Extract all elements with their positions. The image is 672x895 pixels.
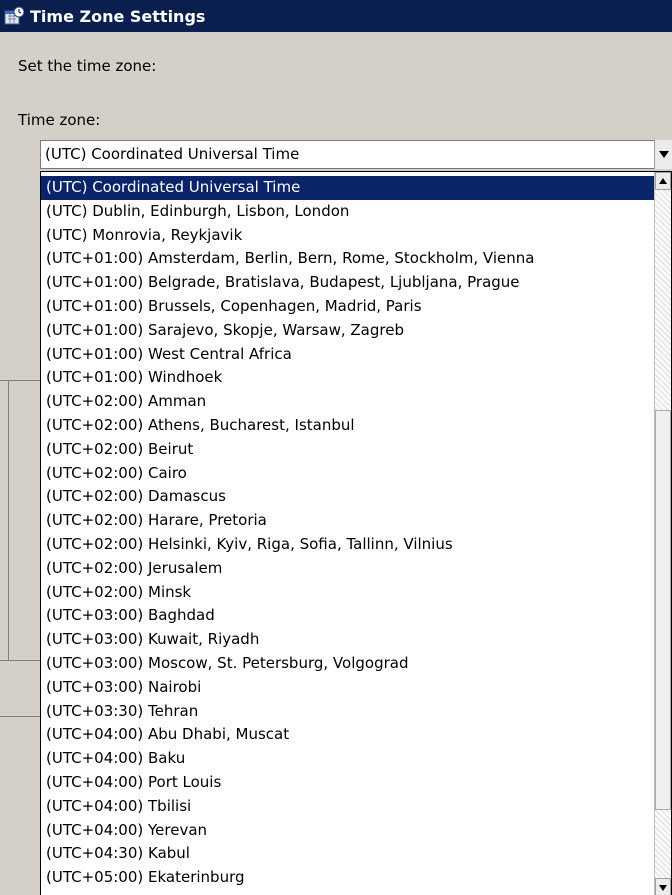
timezone-option[interactable]: (UTC+02:00) Harare, Pretoria	[41, 509, 655, 533]
instruction-text: Set the time zone:	[18, 57, 157, 75]
timezone-option[interactable]: (UTC+04:00) Abu Dhabi, Muscat	[41, 723, 655, 747]
timezone-option[interactable]: (UTC+02:00) Athens, Bucharest, Istanbul	[41, 414, 655, 438]
group-frame-top	[0, 380, 40, 381]
timezone-option[interactable]: (UTC) Coordinated Universal Time	[41, 176, 655, 200]
timezone-option[interactable]: (UTC+04:30) Kabul	[41, 842, 655, 866]
timezone-option[interactable]: (UTC+02:00) Cairo	[41, 462, 655, 486]
timezone-option[interactable]: (UTC+04:00) Baku	[41, 747, 655, 771]
timezone-option[interactable]: (UTC+02:00) Minsk	[41, 581, 655, 605]
timezone-option[interactable]: (UTC+02:00) Amman	[41, 390, 655, 414]
scrollbar-thumb[interactable]	[655, 410, 671, 810]
timezone-option[interactable]: (UTC+01:00) West Central Africa	[41, 343, 655, 367]
timezone-option[interactable]: (UTC+01:00) Amsterdam, Berlin, Bern, Rom…	[41, 247, 655, 271]
timezone-options: (UTC) Coordinated Universal Time (UTC) Du…	[41, 176, 655, 890]
timezone-option[interactable]: (UTC+01:00) Belgrade, Bratislava, Budape…	[41, 271, 655, 295]
combobox-dropdown-button[interactable]	[654, 140, 672, 169]
timezone-option[interactable]: (UTC+01:00) Brussels, Copenhagen, Madrid…	[41, 295, 655, 319]
timezone-option[interactable]: (UTC+04:00) Yerevan	[41, 819, 655, 843]
calendar-clock-icon	[4, 6, 24, 26]
group-frame-bottom	[0, 660, 40, 661]
timezone-option[interactable]: (UTC+03:00) Kuwait, Riyadh	[41, 628, 655, 652]
timezone-option[interactable]: (UTC+02:00) Damascus	[41, 485, 655, 509]
timezone-option[interactable]: (UTC) Monrovia, Reykjavik	[41, 224, 655, 248]
timezone-option[interactable]: (UTC+03:30) Tehran	[41, 700, 655, 724]
title-bar[interactable]: Time Zone Settings	[0, 0, 672, 32]
timezone-option[interactable]: (UTC+05:00) Ekaterinburg	[41, 866, 655, 890]
timezone-option[interactable]: (UTC+01:00) Windhoek	[41, 366, 655, 390]
timezone-label: Time zone:	[18, 111, 101, 129]
scroll-down-button[interactable]	[655, 878, 671, 895]
timezone-option[interactable]: (UTC+04:00) Tbilisi	[41, 795, 655, 819]
combobox-value: (UTC) Coordinated Universal Time	[45, 145, 300, 163]
timezone-option[interactable]: (UTC+02:00) Beirut	[41, 438, 655, 462]
group-frame-left	[8, 380, 9, 660]
timezone-option[interactable]: (UTC+03:00) Baghdad	[41, 604, 655, 628]
timezone-dropdown-list[interactable]: (UTC) Coordinated Universal Time (UTC) Du…	[40, 171, 672, 895]
frame-divider	[0, 716, 40, 717]
timezone-option[interactable]: (UTC+01:00) Sarajevo, Skopje, Warsaw, Za…	[41, 319, 655, 343]
timezone-option[interactable]: (UTC) Dublin, Edinburgh, Lisbon, London	[41, 200, 655, 224]
dropdown-scrollbar[interactable]	[654, 172, 671, 895]
timezone-combobox[interactable]: (UTC) Coordinated Universal Time	[40, 140, 672, 169]
timezone-option[interactable]: (UTC+04:00) Port Louis	[41, 771, 655, 795]
scroll-up-button[interactable]	[655, 172, 671, 190]
chevron-down-icon	[659, 151, 669, 158]
window-title: Time Zone Settings	[30, 6, 206, 26]
scroll-down-arrow-icon	[659, 885, 667, 891]
timezone-option[interactable]: (UTC+02:00) Jerusalem	[41, 557, 655, 581]
scroll-up-arrow-icon	[659, 178, 667, 184]
timezone-option[interactable]: (UTC+02:00) Helsinki, Kyiv, Riga, Sofia,…	[41, 533, 655, 557]
timezone-option[interactable]: (UTC+03:00) Moscow, St. Petersburg, Volg…	[41, 652, 655, 676]
timezone-option[interactable]: (UTC+03:00) Nairobi	[41, 676, 655, 700]
